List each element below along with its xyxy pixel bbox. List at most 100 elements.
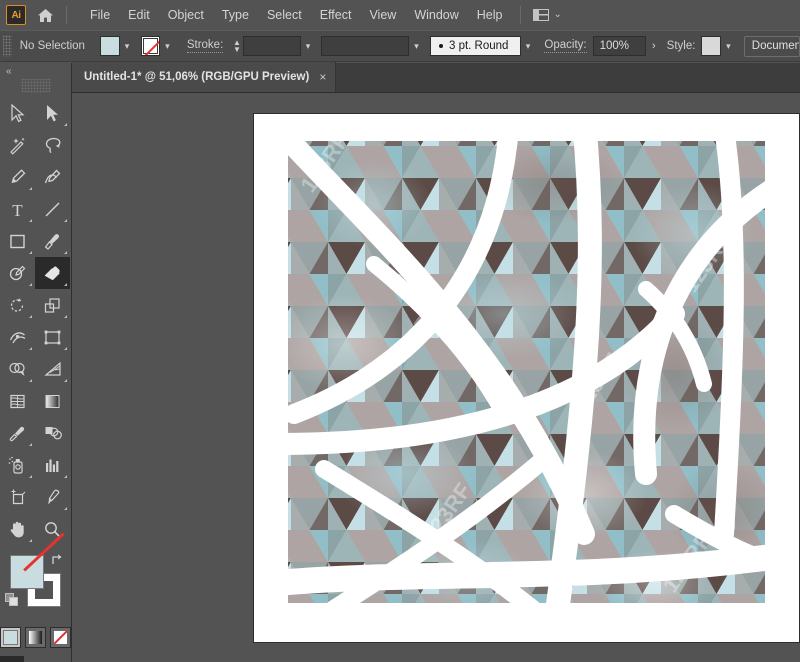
swap-fill-stroke-icon[interactable] [50, 552, 64, 566]
symbol-sprayer-tool[interactable] [0, 449, 35, 481]
stroke-profile-dropdown-button[interactable]: ▾ [409, 36, 424, 56]
fill-dropdown-button[interactable]: ▾ [119, 36, 135, 56]
style-label: Style: [666, 40, 696, 52]
app-logo-icon: Ai [6, 5, 26, 25]
drawing-mode-row [0, 656, 71, 662]
tools-panel: « T [0, 63, 72, 662]
paint-mode-row [0, 627, 71, 648]
column-graph-tool[interactable] [35, 449, 70, 481]
tool-group-corner-icon [29, 347, 32, 350]
brush-dropdown-button[interactable]: ▾ [520, 36, 536, 56]
zoom-tool[interactable] [35, 513, 70, 545]
stroke-profile-field[interactable] [321, 36, 410, 56]
shape-builder-tool[interactable] [0, 353, 35, 385]
arrange-documents-icon [532, 9, 549, 21]
menu-window[interactable]: Window [405, 4, 467, 26]
opacity-label: Opacity: [544, 39, 587, 53]
scale-tool[interactable] [35, 289, 70, 321]
shaper-tool[interactable] [0, 257, 35, 289]
line-segment-tool[interactable] [35, 193, 70, 225]
none-mode-button[interactable] [50, 627, 71, 648]
default-fill-stroke-icon[interactable] [5, 593, 20, 608]
curvature-tool[interactable] [35, 161, 70, 193]
graphic-style-swatch[interactable] [701, 36, 721, 56]
canvas-area[interactable]: 123RF 123RF 123RF 123RF 123RF 123RF [72, 93, 800, 662]
home-icon[interactable] [32, 0, 58, 30]
style-dropdown-button[interactable]: ▾ [720, 36, 736, 56]
menu-file[interactable]: File [81, 4, 119, 26]
control-bar-grip[interactable] [3, 35, 12, 57]
fill-color-swatch[interactable] [100, 36, 120, 56]
menu-bar: Ai File Edit Object Type Select Effect V… [0, 0, 800, 30]
control-bar: No Selection ▾ ▾ Stroke: ▲ ▼ ▾ ▾ 3 pt. Ro… [0, 30, 800, 62]
color-mode-button[interactable] [0, 627, 21, 648]
gradient-mode-button[interactable] [25, 627, 46, 648]
pen-tool[interactable] [0, 161, 35, 193]
blend-tool[interactable] [35, 417, 70, 449]
brush-preview-icon [438, 44, 443, 48]
rotate-tool[interactable] [0, 289, 35, 321]
mesh-tool[interactable] [0, 385, 35, 417]
close-icon[interactable]: × [319, 70, 326, 84]
lasso-tool[interactable] [35, 129, 70, 161]
document-setup-button[interactable]: Document Se [743, 35, 800, 57]
draw-behind-button[interactable] [24, 656, 48, 662]
menu-object[interactable]: Object [159, 4, 213, 26]
draw-normal-button[interactable] [0, 656, 24, 662]
fill-color-indicator[interactable] [10, 555, 44, 589]
tool-group-corner-icon [29, 475, 32, 478]
collapse-panel-button[interactable]: « [0, 63, 71, 79]
magic-wand-tool[interactable] [0, 129, 35, 161]
free-transform-tool[interactable] [35, 321, 70, 353]
tool-group-corner-icon [64, 347, 67, 350]
illustrator-window: Ai File Edit Object Type Select Effect V… [0, 0, 800, 662]
brush-definition-field[interactable]: 3 pt. Round [429, 36, 521, 56]
perspective-grid-tool[interactable] [35, 353, 70, 385]
direct-selection-tool[interactable] [35, 97, 70, 129]
menu-effect[interactable]: Effect [311, 4, 361, 26]
tool-group-corner-icon [64, 123, 67, 126]
tool-group-corner-icon [29, 443, 32, 446]
eyedropper-tool[interactable] [0, 417, 35, 449]
gradient-tool[interactable] [35, 385, 70, 417]
menu-edit[interactable]: Edit [119, 4, 159, 26]
stroke-dropdown-button[interactable]: ▾ [159, 36, 175, 56]
opacity-value-field[interactable]: 100% [592, 36, 646, 56]
tool-group-corner-icon [29, 379, 32, 382]
tool-group-corner-icon [64, 283, 67, 286]
tool-group-corner-icon [29, 315, 32, 318]
menu-type[interactable]: Type [213, 4, 258, 26]
artboard[interactable]: 123RF 123RF 123RF 123RF 123RF 123RF [253, 113, 800, 643]
selection-status-label: No Selection [19, 40, 85, 52]
artboard-tool[interactable] [0, 481, 35, 513]
width-tool[interactable] [0, 321, 35, 353]
tool-group-corner-icon [64, 315, 67, 318]
eraser-tool[interactable] [35, 257, 70, 289]
slice-tool[interactable] [35, 481, 70, 513]
stroke-weight-field[interactable] [242, 36, 301, 56]
menu-view[interactable]: View [360, 4, 405, 26]
menu-help[interactable]: Help [468, 4, 512, 26]
stroke-weight-stepper[interactable]: ▲ ▼ [231, 36, 242, 56]
draw-inside-button[interactable] [47, 656, 71, 662]
tool-group-corner-icon [29, 219, 32, 222]
hand-tool[interactable] [0, 513, 35, 545]
paintbrush-tool[interactable] [35, 225, 70, 257]
tool-grid: T [0, 97, 71, 545]
stroke-label: Stroke: [186, 39, 224, 53]
tools-panel-grip[interactable] [20, 79, 51, 93]
type-tool[interactable]: T [0, 193, 35, 225]
stroke-weight-dropdown-button[interactable]: ▾ [300, 36, 316, 56]
stroke-color-swatch[interactable] [140, 36, 160, 56]
chevron-down-icon: ⌄ [553, 9, 562, 20]
tool-group-corner-icon [64, 251, 67, 254]
opacity-options-button[interactable]: › [646, 36, 662, 56]
document-tab-title: Untitled-1* @ 51,06% (RGB/GPU Preview) [84, 71, 310, 83]
rectangle-tool[interactable] [0, 225, 35, 257]
arrange-documents-button[interactable]: ⌄ [532, 9, 562, 21]
tool-group-corner-icon [29, 187, 32, 190]
tool-group-corner-icon [29, 539, 32, 542]
menu-select[interactable]: Select [258, 4, 311, 26]
document-tab-untitled-1[interactable]: Untitled-1* @ 51,06% (RGB/GPU Preview) × [72, 62, 337, 92]
selection-tool[interactable] [0, 97, 35, 129]
